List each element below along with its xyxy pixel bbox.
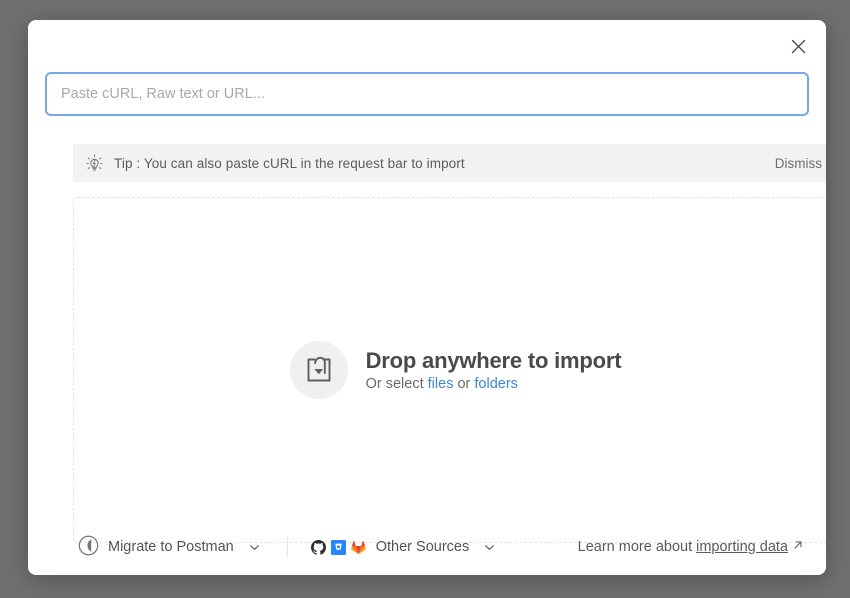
dialog-footer: Migrate to Postman Other Sources Learn m… (28, 519, 826, 575)
import-box-arrow-icon (289, 341, 348, 399)
select-folders-link[interactable]: folders (474, 376, 518, 392)
chevron-down-icon (483, 541, 496, 554)
external-link-icon (792, 539, 804, 555)
drop-zone-subtitle: Or select files or folders (366, 376, 622, 392)
migrate-to-postman-button[interactable]: Migrate to Postman (78, 535, 261, 560)
import-dialog: Tip : You can also paste cURL in the req… (28, 20, 826, 575)
footer-divider (286, 537, 288, 557)
bitbucket-icon (330, 539, 347, 556)
other-sources-label: Other Sources (375, 539, 470, 555)
paste-input[interactable] (45, 72, 809, 116)
drop-zone-text-group: Drop anywhere to import Or select files … (366, 348, 622, 392)
lightbulb-icon (85, 153, 104, 173)
tip-text: Tip : You can also paste cURL in the req… (114, 155, 465, 171)
github-icon (310, 539, 327, 556)
migrate-to-postman-label: Migrate to Postman (108, 539, 234, 555)
learn-more-prefix: Learn more about (577, 539, 693, 555)
learn-more-link[interactable]: Learn more about importing data (578, 539, 804, 555)
drop-sub-joiner: or (453, 376, 475, 393)
drop-zone-content: Drop anywhere to import Or select files … (289, 341, 622, 399)
source-icon-group (310, 539, 367, 556)
tip-banner: Tip : You can also paste cURL in the req… (73, 144, 826, 182)
gitlab-icon (350, 539, 367, 556)
dismiss-button[interactable]: Dismiss (775, 156, 822, 171)
file-drop-zone[interactable]: Drop anywhere to import Or select files … (73, 197, 826, 543)
paste-input-wrapper (45, 72, 809, 116)
chevron-down-icon (248, 541, 261, 554)
importing-data-link[interactable]: importing data (696, 539, 788, 555)
select-files-link[interactable]: files (428, 376, 454, 392)
close-icon (791, 39, 806, 54)
drop-sub-prefix: Or select (365, 376, 428, 393)
close-button[interactable] (780, 28, 816, 64)
other-sources-button[interactable]: Other Sources (310, 539, 497, 556)
drop-zone-title: Drop anywhere to import (365, 347, 622, 373)
postman-circle-icon (78, 535, 99, 560)
